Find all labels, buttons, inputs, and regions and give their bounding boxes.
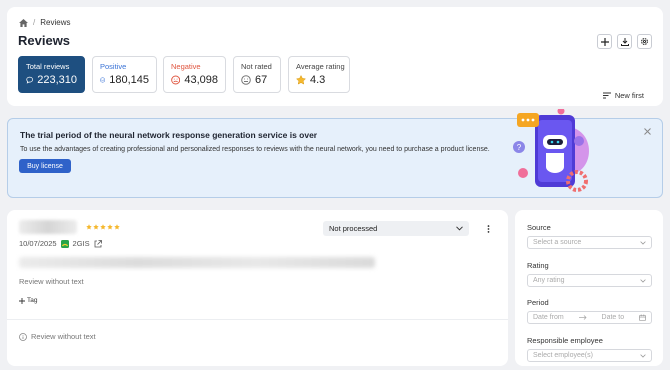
star-icon — [86, 224, 92, 230]
chevron-down-icon — [640, 278, 646, 283]
buy-license-button[interactable]: Buy license — [19, 159, 71, 173]
stat-average[interactable]: Average rating 4.3 — [288, 56, 350, 93]
external-link-icon[interactable] — [94, 239, 102, 248]
stat-not-rated[interactable]: Not rated 67 — [233, 56, 281, 93]
date-to-placeholder[interactable]: Date to — [602, 314, 625, 321]
settings-button[interactable] — [637, 34, 652, 49]
smile-icon — [100, 77, 106, 83]
breadcrumb: / Reviews — [19, 18, 70, 27]
review-meta: 10/07/2025 2GIS — [19, 239, 102, 248]
rating-stars — [86, 224, 120, 230]
chevron-down-icon — [640, 240, 646, 245]
sort-label: New first — [614, 91, 644, 100]
star-icon — [107, 224, 113, 230]
plus-icon — [600, 37, 609, 46]
review-info-text: Review without text — [31, 332, 96, 341]
review-card: 10/07/2025 2GIS Review without text Tag … — [7, 210, 508, 366]
robot-illustration: ? — [513, 109, 589, 192]
review-source[interactable]: 2GIS — [73, 239, 90, 248]
download-button[interactable] — [617, 34, 632, 49]
sort-icon — [602, 92, 611, 99]
stat-not-rated-value: 67 — [255, 74, 268, 86]
employee-select[interactable]: Select employee(s) — [527, 349, 652, 362]
stat-positive[interactable]: Positive 180,145 — [92, 56, 157, 93]
breadcrumb-current: Reviews — [40, 18, 71, 27]
neutral-icon — [241, 75, 251, 85]
breadcrumb-separator: / — [33, 18, 36, 27]
stat-positive-value: 180,145 — [109, 74, 149, 86]
banner-title: The trial period of the neural network r… — [20, 130, 318, 140]
stat-positive-label: Positive — [100, 62, 127, 71]
filter-period-label: Period — [527, 298, 549, 307]
star-icon — [100, 224, 106, 230]
stat-negative-label: Negative — [171, 62, 201, 71]
chevron-down-icon — [456, 226, 463, 231]
review-text-blurred — [19, 257, 375, 268]
2gis-logo-icon — [60, 239, 69, 248]
source-placeholder: Select a source — [533, 239, 582, 246]
download-icon — [620, 37, 629, 46]
add-tag-label: Tag — [27, 297, 38, 304]
date-from-placeholder[interactable]: Date from — [533, 314, 564, 321]
rating-placeholder: Any rating — [533, 277, 565, 284]
stat-not-rated-label: Not rated — [241, 62, 272, 71]
filters-panel: Source Select a source Rating Any rating… — [515, 210, 663, 366]
star-icon — [114, 224, 120, 230]
sort-control[interactable]: New first — [602, 91, 644, 100]
stat-negative-value: 43,098 — [184, 74, 218, 86]
star-icon — [93, 224, 99, 230]
employee-placeholder: Select employee(s) — [533, 352, 593, 359]
stat-total-label: Total reviews — [26, 62, 70, 71]
settings-icon — [641, 38, 648, 45]
chevron-down-icon — [640, 353, 646, 358]
add-tag-button[interactable]: Tag — [19, 297, 37, 304]
arrow-right-icon — [578, 315, 587, 320]
stat-total-value: 223,310 — [37, 74, 77, 86]
info-icon — [19, 332, 27, 341]
star-icon — [296, 75, 306, 85]
svg-text:?: ? — [517, 143, 522, 152]
more-icon[interactable] — [487, 225, 490, 233]
header-actions — [597, 34, 652, 49]
review-no-text: Review without text — [19, 277, 84, 286]
trial-banner: The trial period of the neural network r… — [7, 109, 663, 198]
review-info: Review without text — [19, 332, 96, 341]
review-divider — [7, 319, 508, 320]
stat-negative[interactable]: Negative 43,098 — [163, 56, 226, 93]
review-date: 10/07/2025 — [19, 239, 57, 248]
close-icon[interactable] — [644, 128, 651, 135]
period-range-input[interactable]: Date from Date to — [527, 311, 652, 324]
filter-rating-label: Rating — [527, 261, 549, 270]
chat-icon — [26, 76, 33, 84]
banner-text: To use the advantages of creating profes… — [20, 146, 490, 153]
header-card: / Reviews Reviews Total reviews 223,310 … — [7, 7, 663, 106]
reviewer-name-blurred — [19, 220, 77, 234]
status-select[interactable]: Not processed — [323, 221, 469, 236]
source-select[interactable]: Select a source — [527, 236, 652, 249]
page-title: Reviews — [18, 33, 71, 48]
calendar-icon — [639, 314, 646, 321]
add-button[interactable] — [597, 34, 612, 49]
status-value: Not processed — [329, 224, 378, 233]
stat-total[interactable]: Total reviews 223,310 — [18, 56, 85, 93]
plus-icon — [19, 297, 25, 304]
home-icon[interactable] — [19, 18, 28, 27]
rating-select[interactable]: Any rating — [527, 274, 652, 287]
stat-average-value: 4.3 — [310, 74, 326, 86]
filter-employee-label: Responsible employee — [527, 336, 603, 345]
sad-icon — [171, 75, 181, 85]
stat-average-label: Average rating — [296, 62, 345, 71]
filter-source-label: Source — [527, 223, 551, 232]
